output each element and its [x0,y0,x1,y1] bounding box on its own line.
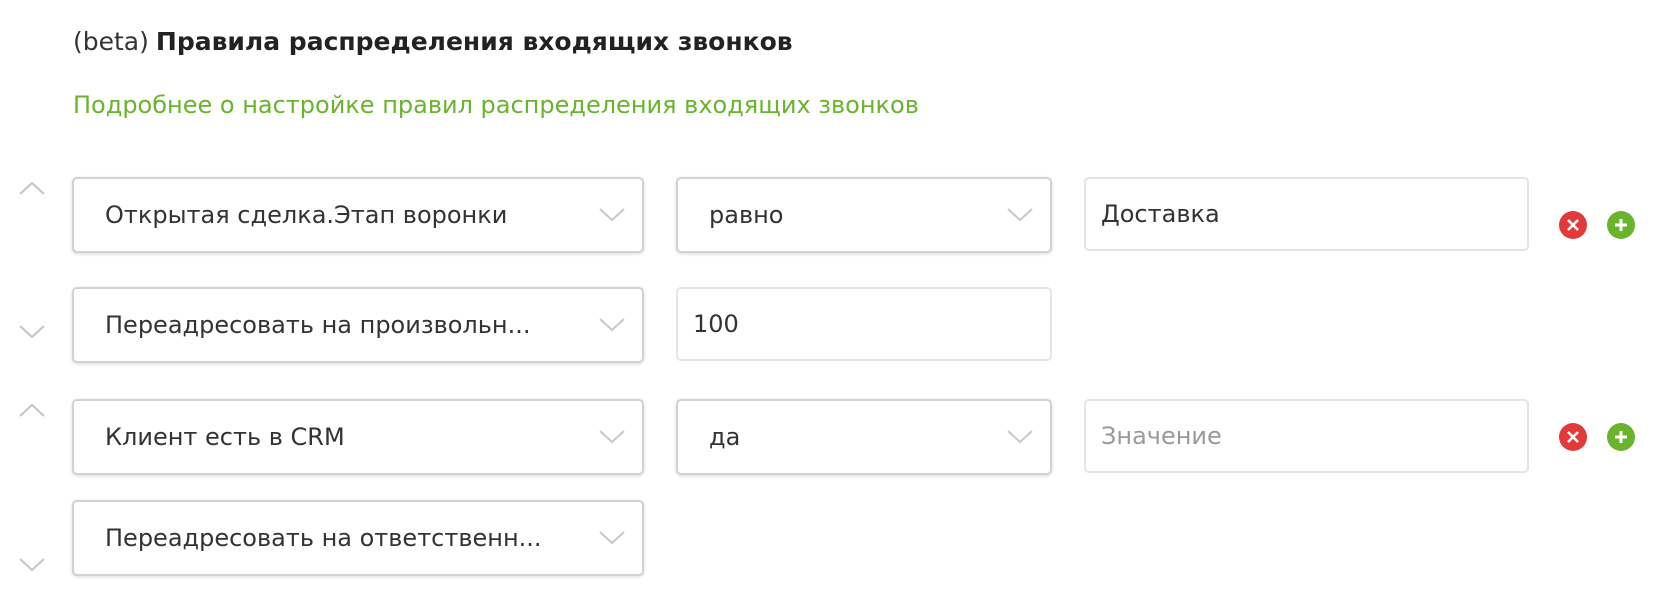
chevron-down-icon [1000,401,1040,473]
remove-rule-button[interactable] [1559,211,1587,239]
beta-label: (beta) [73,27,149,56]
condition-operator-value: да [709,423,741,451]
add-circle-icon [1615,219,1627,231]
move-down-icon[interactable] [16,555,48,575]
chevron-down-icon [592,502,632,574]
action-value-text: 100 [693,310,739,338]
action-type-value: Переадресовать на произвольн... [105,311,531,339]
section-title: (beta) Правила распределения входящих зво… [73,26,793,58]
condition-operator-select[interactable]: да [676,399,1052,475]
remove-rule-button[interactable] [1559,423,1587,451]
condition-field-select[interactable]: Клиент есть в CRM [72,399,644,475]
condition-operator-value: равно [709,201,784,229]
add-rule-button[interactable] [1607,211,1635,239]
chevron-down-icon [592,179,632,251]
condition-field-select[interactable]: Открытая сделка.Этап воронки [72,177,644,253]
condition-operator-select[interactable]: равно [676,177,1052,253]
chevron-down-icon [592,401,632,473]
incoming-call-rules-panel: (beta) Правила распределения входящих зво… [0,0,1660,603]
chevron-down-icon [592,289,632,361]
condition-field-value: Клиент есть в CRM [105,423,345,451]
condition-value-text: Доставка [1101,200,1220,228]
help-link[interactable]: Подробнее о настройке правил распределен… [73,89,919,121]
remove-circle-icon [1567,431,1579,443]
move-up-icon[interactable] [16,178,48,198]
page-title: Правила распределения входящих звонков [155,27,793,56]
condition-field-value: Открытая сделка.Этап воронки [105,201,508,229]
condition-value-input[interactable]: Значение [1084,399,1529,473]
add-circle-icon [1615,431,1627,443]
remove-circle-icon [1567,219,1579,231]
move-up-icon[interactable] [16,400,48,420]
action-type-value: Переадресовать на ответственн... [105,524,542,552]
condition-value-input[interactable]: Доставка [1084,177,1529,251]
chevron-down-icon [1000,179,1040,251]
move-down-icon[interactable] [16,322,48,342]
action-type-select[interactable]: Переадресовать на ответственн... [72,500,644,576]
action-value-input[interactable]: 100 [676,287,1052,361]
add-rule-button[interactable] [1607,423,1635,451]
action-type-select[interactable]: Переадресовать на произвольн... [72,287,644,363]
condition-value-placeholder: Значение [1101,422,1222,450]
